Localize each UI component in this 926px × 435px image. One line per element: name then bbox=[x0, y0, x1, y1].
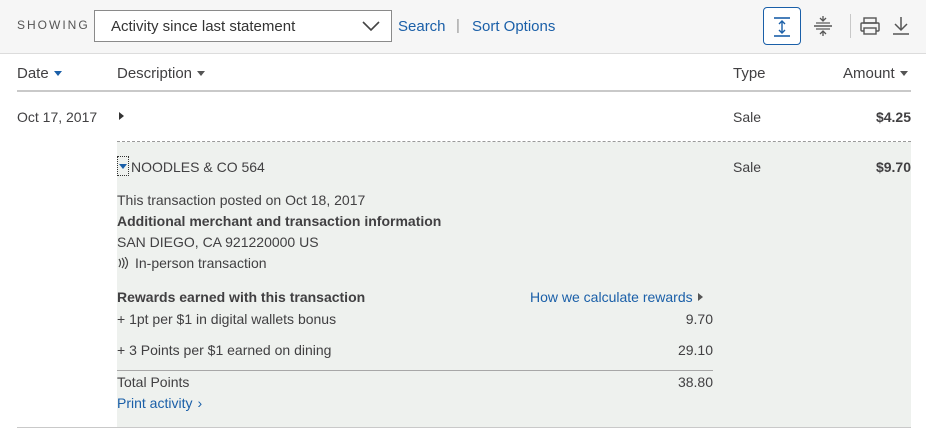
expanded-transaction-panel bbox=[117, 142, 911, 427]
chevron-right-icon: › bbox=[197, 395, 203, 411]
caret-right-icon bbox=[697, 293, 703, 301]
expand-all-icon bbox=[774, 17, 790, 37]
description-column-header[interactable]: Description bbox=[117, 65, 206, 82]
reward-line-label: + 1pt per $1 in digital wallets bonus bbox=[117, 311, 337, 327]
rewards-heading: Rewards earned with this transaction bbox=[117, 289, 366, 305]
sort-down-icon bbox=[899, 71, 908, 76]
transaction-amount: $4.25 bbox=[875, 109, 911, 125]
toolbar-separator: | bbox=[456, 17, 460, 34]
transaction-method: In-person transaction bbox=[135, 255, 267, 271]
total-points-value: 38.80 bbox=[677, 374, 713, 390]
search-link[interactable]: Search bbox=[398, 18, 446, 35]
collapse-all-button[interactable] bbox=[805, 7, 843, 45]
merchant-name: NOODLES & CO 564 bbox=[131, 159, 265, 175]
transaction-type: Sale bbox=[733, 109, 762, 125]
merchant-info-heading: Additional merchant and transaction info… bbox=[117, 213, 442, 229]
activity-toolbar: SHOWING Activity since last statement Se… bbox=[0, 0, 926, 54]
collapse-all-icon bbox=[814, 16, 832, 36]
amount-column-label: Amount bbox=[843, 65, 895, 82]
type-column-header: Type bbox=[733, 65, 766, 82]
expanded-transaction-amount: $9.70 bbox=[875, 159, 911, 175]
contactless-icon bbox=[118, 257, 129, 269]
amount-column-header[interactable]: Amount bbox=[843, 65, 908, 82]
total-points-label: Total Points bbox=[117, 374, 190, 390]
posted-date-text: This transaction posted on Oct 18, 2017 bbox=[117, 192, 366, 208]
how-rewards-calculated-label: How we calculate rewards bbox=[530, 289, 693, 305]
showing-label: SHOWING bbox=[17, 18, 90, 32]
download-icon bbox=[893, 17, 909, 35]
print-activity-link[interactable]: Print activity › bbox=[117, 395, 202, 411]
how-rewards-calculated-link[interactable]: How we calculate rewards bbox=[530, 289, 703, 305]
transaction-date: Oct 17, 2017 bbox=[17, 109, 98, 125]
description-column-label: Description bbox=[117, 65, 193, 82]
chevron-down-icon bbox=[362, 21, 380, 32]
download-button[interactable] bbox=[882, 7, 920, 45]
sort-down-icon bbox=[197, 71, 206, 76]
activity-period-value: Activity since last statement bbox=[111, 18, 296, 35]
expand-row-toggle[interactable] bbox=[119, 112, 124, 120]
sort-down-icon bbox=[53, 71, 62, 76]
sort-options-link[interactable]: Sort Options bbox=[472, 18, 555, 35]
total-divider bbox=[117, 370, 713, 371]
reward-line-value: 9.70 bbox=[685, 311, 713, 327]
activity-period-select[interactable]: Activity since last statement bbox=[94, 10, 392, 42]
collapse-row-toggle[interactable] bbox=[117, 156, 129, 176]
print-activity-label: Print activity bbox=[117, 395, 193, 411]
table-bottom-divider bbox=[17, 427, 911, 428]
expanded-transaction-type: Sale bbox=[733, 159, 762, 175]
reward-line-value: 29.10 bbox=[677, 342, 713, 358]
printer-icon bbox=[860, 17, 880, 35]
date-column-label: Date bbox=[17, 65, 49, 82]
reward-line-label: + 3 Points per $1 earned on dining bbox=[117, 342, 332, 358]
merchant-location: SAN DIEGO, CA 921220000 US bbox=[117, 234, 319, 250]
date-column-header[interactable]: Date bbox=[17, 65, 62, 82]
header-divider bbox=[17, 90, 911, 92]
expand-all-button[interactable] bbox=[763, 7, 801, 45]
type-column-label: Type bbox=[733, 65, 766, 82]
caret-down-icon bbox=[119, 164, 127, 169]
